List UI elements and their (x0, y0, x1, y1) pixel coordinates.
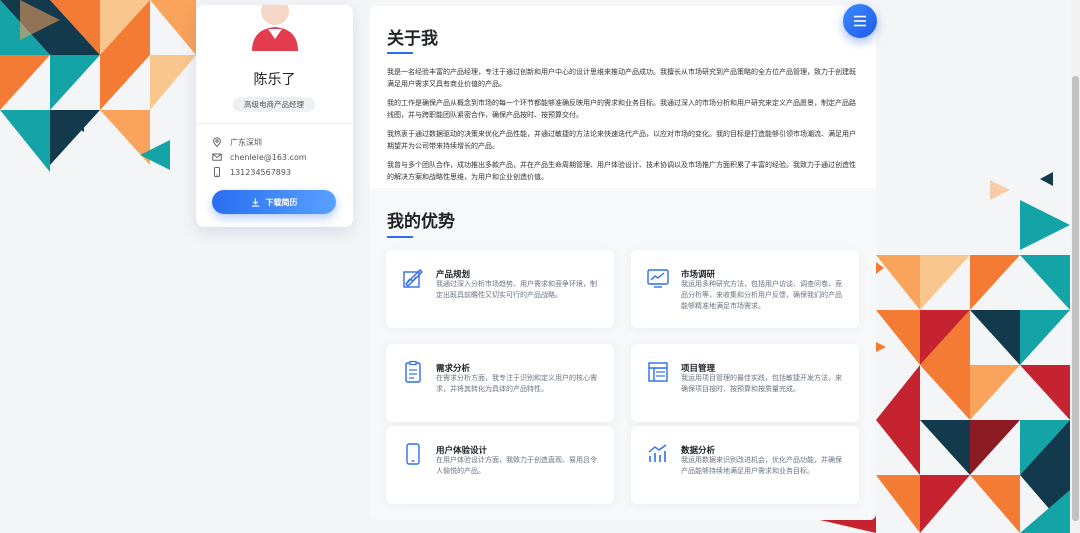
download-resume-label: 下载简历 (265, 197, 298, 207)
advantage-desc: 我通过深入分析市场趋势、用户需求和竞争环境，制定出既具前瞻性又切实可行的产品战略… (436, 280, 597, 299)
avatar (252, 5, 298, 51)
profile-card: 陈乐了 高级电商产品经理 广东深圳 chenlele@163.com 13123… (196, 5, 353, 227)
divider (196, 123, 353, 124)
advantage-card-project-management: 项目管理 我运用项目管理的最佳实践，包括敏捷开发方法，来确保项目按时、按预算和按… (631, 344, 859, 422)
location-pin-icon (213, 137, 221, 147)
profile-name: 陈乐了 (253, 72, 296, 88)
scrollbar-thumb[interactable] (1072, 76, 1079, 521)
download-resume-button[interactable]: 下载简历 (212, 190, 336, 214)
mail-icon (212, 153, 222, 161)
data-analysis-icon (648, 444, 667, 462)
email-text: chenlele@163.com (230, 152, 307, 162)
location-text: 广东深圳 (230, 137, 262, 147)
profile-title-badge: 高级电商产品经理 (233, 97, 315, 112)
contact-location: 广东深圳 (212, 136, 262, 148)
main-panel: 关于我 我是一名经验丰富的产品经理，专注于通过创新和用户中心的设计思维来推动产品… (370, 6, 876, 520)
project-management-icon (648, 362, 668, 382)
product-planning-icon (403, 269, 423, 288)
contact-email: chenlele@163.com (212, 151, 307, 163)
about-title-underline (387, 52, 413, 54)
menu-button[interactable] (843, 4, 877, 38)
advantage-desc: 在用户体验设计方面，我致力于创造直观、易用且令人愉悦的产品。 (436, 456, 597, 475)
advantage-card-product-planning: 产品规划 我通过深入分析市场趋势、用户需求和竞争环境，制定出既具前瞻性又切实可行… (386, 250, 614, 328)
advantage-desc: 我运用多种研究方法，包括用户访谈、调查问卷、竞品分析等，来收集和分析用户反馈，确… (681, 280, 842, 310)
about-paragraph-2: 我的工作是确保产品从概念到市场的每一个环节都能够准确反映用户的需求和业务目标。我… (387, 99, 856, 119)
about-section: 关于我 我是一名经验丰富的产品经理，专注于通过创新和用户中心的设计思维来推动产品… (370, 6, 876, 188)
advantage-desc: 我运用项目管理的最佳实践，包括敏捷开发方法，来确保项目按时、按预算和按质量完成。 (681, 374, 842, 393)
advantage-card-requirements-analysis: 需求分析 在需求分析方面，我专注于识别和定义用户的核心需求，并将其转化为具体的产… (386, 344, 614, 422)
ux-design-icon (406, 443, 420, 465)
about-title: 关于我 (387, 29, 438, 49)
advantages-title: 我的优势 (387, 212, 455, 232)
contact-phone: 131234567893 (212, 166, 291, 178)
about-paragraph-4: 我曾与多个团队合作，成功推出多款产品，并在产品生命周期管理、用户体验设计、技术协… (387, 161, 856, 181)
market-research-icon (647, 269, 669, 288)
requirements-analysis-icon (405, 360, 421, 383)
phone-text: 131234567893 (230, 167, 292, 177)
advantage-card-data-analysis: 数据分析 我运用数据来识别改进机会，优化产品功能，并确保产品能够持续地满足用户需… (631, 426, 859, 504)
advantages-title-underline (387, 236, 413, 238)
about-paragraph-3: 我热衷于通过数据驱动的决策来优化产品性能，并通过敏捷的方法论来快速迭代产品，以应… (387, 130, 856, 150)
advantage-desc: 在需求分析方面，我专注于识别和定义用户的核心需求，并将其转化为具体的产品特性。 (436, 374, 597, 393)
hamburger-menu-icon (854, 15, 866, 27)
advantage-card-ux-design: 用户体验设计 在用户体验设计方面，我致力于创造直观、易用且令人愉悦的产品。 (386, 426, 614, 504)
advantage-desc: 我运用数据来识别改进机会，优化产品功能，并确保产品能够持续地满足用户需求和业务目… (681, 456, 842, 475)
phone-icon (214, 167, 220, 177)
about-paragraph-1: 我是一名经验丰富的产品经理，专注于通过创新和用户中心的设计思维来推动产品成功。我… (387, 68, 856, 88)
download-icon (251, 197, 259, 207)
advantage-card-market-research: 市场调研 我运用多种研究方法，包括用户访谈、调查问卷、竞品分析等，来收集和分析用… (631, 250, 859, 328)
